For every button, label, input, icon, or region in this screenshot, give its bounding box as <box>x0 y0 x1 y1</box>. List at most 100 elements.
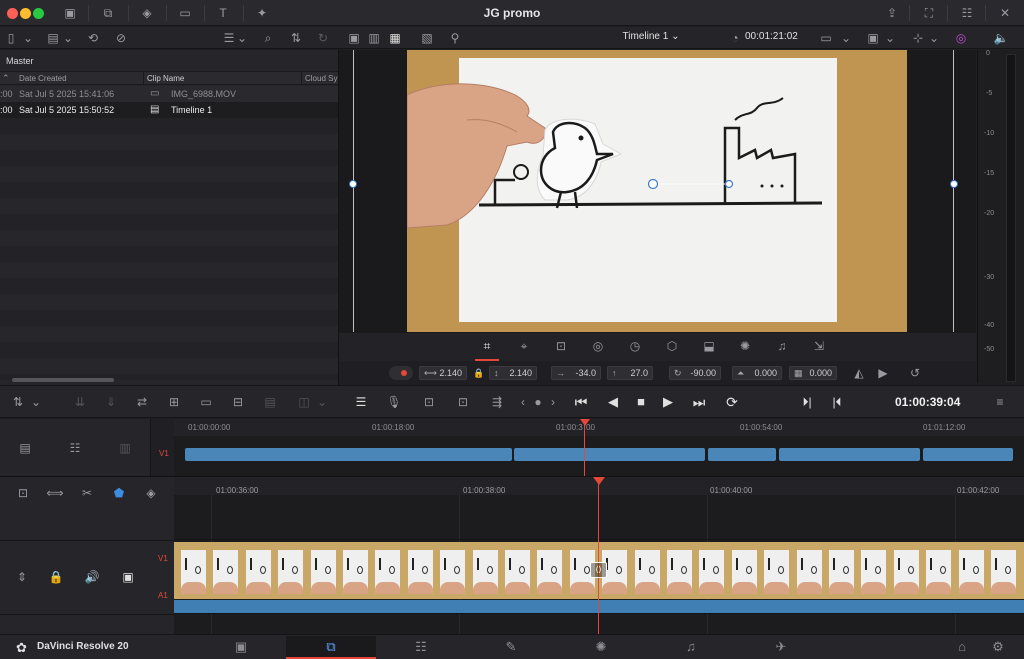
link-icon[interactable]: ⟲ <box>86 30 100 46</box>
trim-icon[interactable]: ⟺ <box>46 485 64 501</box>
previous-keyframe-icon[interactable]: ‹ <box>518 394 528 410</box>
chevron-down-icon[interactable]: ⌄ <box>236 30 248 46</box>
chevron-down-icon[interactable]: ⌄ <box>928 30 940 46</box>
microphone-icon[interactable]: 🎙 <box>386 394 402 410</box>
loop-icon[interactable]: ⟳ <box>722 394 742 410</box>
lock-icon[interactable]: 🔒 <box>473 365 484 381</box>
mixer-icon[interactable]: ☷ <box>957 5 977 21</box>
timeline-clip[interactable] <box>923 448 1013 461</box>
timeline-clip[interactable] <box>185 448 512 461</box>
composite-icon[interactable]: ◎ <box>590 338 606 354</box>
pitch-field[interactable]: ⏶ 0.000 <box>732 366 782 380</box>
refresh-icon[interactable]: ↻ <box>316 30 330 46</box>
sort-icon[interactable]: ⇅ <box>289 30 303 46</box>
color-page-icon[interactable]: ✺ <box>556 636 646 658</box>
panel-toggle-icon[interactable]: ▯ <box>4 30 18 46</box>
play-reverse-icon[interactable]: ◀ <box>604 394 622 410</box>
mark-in-icon[interactable]: ⏵| <box>799 394 815 410</box>
magic-wand-icon[interactable]: ✦ <box>252 5 272 21</box>
keyframe-icon[interactable]: ⇲ <box>811 338 827 354</box>
deliver-page-icon[interactable]: ✈ <box>736 636 826 658</box>
chevron-down-icon[interactable]: ⌄ <box>840 30 852 46</box>
yaw-field[interactable]: ▦ 0.000 <box>789 366 837 380</box>
track-options-icon[interactable]: ▥ <box>116 440 134 456</box>
ripple-overwrite-icon[interactable]: ▭ <box>198 394 214 410</box>
reset-icon[interactable]: ↺ <box>907 365 923 381</box>
speaker-icon[interactable]: 🔈 <box>993 30 1009 46</box>
crop-handle[interactable] <box>349 180 357 188</box>
audio-track-icon[interactable]: 🔊 <box>84 569 100 585</box>
next-keyframe-icon[interactable]: › <box>548 394 558 410</box>
resolution-icon[interactable]: ▣ <box>864 30 882 46</box>
settings-gear-icon[interactable]: ⚙ <box>986 636 1010 658</box>
timeline-settings-icon[interactable]: ☰ <box>352 394 370 410</box>
viewer-mode-icon[interactable]: ▣ <box>347 30 361 46</box>
lock-track-icon[interactable]: 🔒 <box>48 569 64 585</box>
in-point-icon[interactable]: ⊡ <box>420 394 438 410</box>
place-on-top-icon[interactable]: ⊞ <box>166 394 182 410</box>
flag-icon[interactable]: ⬟ <box>110 485 128 501</box>
timeline-name[interactable]: Timeline 1 <box>623 31 669 42</box>
media-pool-icon[interactable]: ▣ <box>60 5 80 21</box>
flip-horizontal-icon[interactable]: ◭ <box>851 365 867 381</box>
sync-bin-icon[interactable]: ⧉ <box>98 5 118 21</box>
track-settings-icon[interactable]: ▤ <box>16 440 34 456</box>
minimize-window-button[interactable] <box>20 8 31 19</box>
media-page-icon[interactable]: ▣ <box>196 636 286 658</box>
fx-icon[interactable]: ✺ <box>737 338 753 354</box>
record-toggle[interactable] <box>389 366 413 380</box>
audio-tool-icon[interactable]: ♫ <box>774 338 790 354</box>
zoom-y-field[interactable]: ↕ 2.140 <box>489 366 537 380</box>
titles-icon[interactable]: ▭ <box>175 5 195 21</box>
list-item[interactable]: :00 Sat Jul 5 2025 15:50:52 ▤ Timeline 1 <box>0 102 338 118</box>
snap-icon[interactable]: ⊡ <box>14 485 32 501</box>
horizontal-scrollbar[interactable] <box>12 378 114 382</box>
single-viewer-icon[interactable]: ▦ <box>388 30 402 46</box>
go-to-start-icon[interactable]: ⏮ <box>570 394 592 410</box>
home-icon[interactable]: ⌂ <box>950 636 974 658</box>
zoom-x-field[interactable]: ⟷ 2.140 <box>419 366 467 380</box>
effects-icon[interactable]: ◈ <box>137 5 157 21</box>
fit-to-fill-icon[interactable]: ⊟ <box>230 394 246 410</box>
transform-icon[interactable]: ⊹ <box>910 30 926 46</box>
tools-icon[interactable]: ✕ <box>995 5 1015 21</box>
rotation-field[interactable]: ↻ -90.00 <box>669 366 721 380</box>
close-window-button[interactable] <box>7 8 18 19</box>
chevron-down-icon[interactable]: ⌄ <box>62 30 74 46</box>
track-height-icon[interactable]: ☷ <box>66 440 84 456</box>
append-icon[interactable]: ▤ <box>262 394 278 410</box>
fullscreen-icon[interactable]: ⛶ <box>919 5 939 21</box>
video-track-icon[interactable]: ▣ <box>120 569 136 585</box>
edit-page-icon[interactable]: ☷ <box>376 636 466 658</box>
search-icon[interactable]: ⌕ <box>261 30 275 46</box>
cut-page-icon[interactable]: ⧉ <box>286 636 376 658</box>
audio-clip[interactable] <box>174 600 1024 613</box>
unlink-icon[interactable]: ⊘ <box>114 30 128 46</box>
chevron-down-icon[interactable]: ⌄ <box>30 394 42 410</box>
add-keyframe-icon[interactable]: ● <box>533 394 543 410</box>
column-cloud-sync[interactable]: Cloud Sy <box>305 74 337 83</box>
text-icon[interactable]: T <box>213 5 233 21</box>
zoom-window-button[interactable] <box>33 8 44 19</box>
overwrite-clip-icon[interactable]: ⇓ <box>103 394 119 410</box>
timeline-clip[interactable] <box>514 448 705 461</box>
import-icon[interactable]: ▤ <box>46 30 60 46</box>
play-icon[interactable]: ▶ <box>659 394 677 410</box>
dual-viewer-icon[interactable]: ▥ <box>367 30 381 46</box>
menu-icon[interactable]: ≡ <box>992 394 1008 410</box>
speed-icon[interactable]: ◷ <box>627 338 643 354</box>
lens-icon[interactable]: ⬓ <box>701 338 717 354</box>
stabilize-icon[interactable]: ⬡ <box>664 338 680 354</box>
chevron-down-icon[interactable]: ⌄ <box>316 394 328 410</box>
list-item[interactable]: :00 Sat Jul 5 2025 15:41:06 ▭ IMG_6988.M… <box>0 86 338 102</box>
transform-tool-icon[interactable]: ⌗ <box>479 338 495 354</box>
replace-clip-icon[interactable]: ⇄ <box>134 394 150 410</box>
list-view-icon[interactable]: ☰ <box>222 30 236 46</box>
close-up-icon[interactable]: ◫ <box>296 394 312 410</box>
crop-handle[interactable] <box>950 180 958 188</box>
timeline-clip[interactable] <box>779 448 920 461</box>
playhead[interactable] <box>598 477 599 634</box>
out-point-icon[interactable]: ⊡ <box>454 394 472 410</box>
go-to-end-icon[interactable]: ⏭ <box>688 394 710 410</box>
loop-play-icon[interactable]: ⇶ <box>488 394 506 410</box>
